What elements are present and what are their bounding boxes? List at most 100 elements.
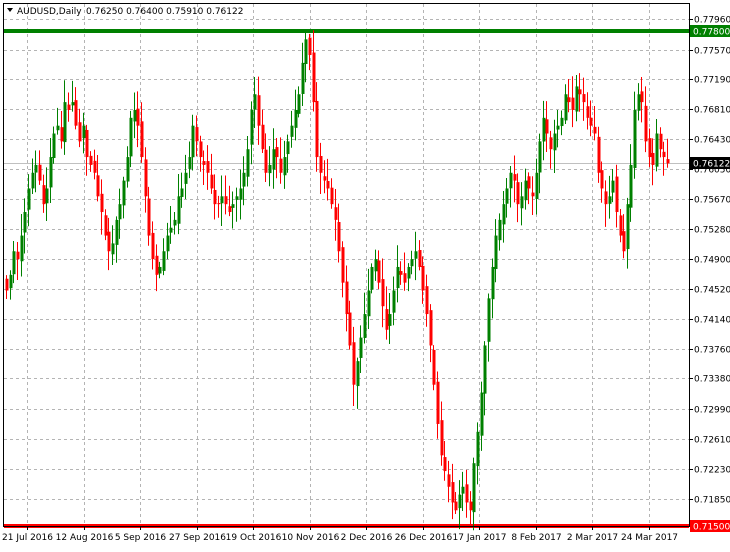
candle-body <box>516 182 520 205</box>
y-tick-label: 0.73380 <box>694 375 730 385</box>
candle-body <box>571 97 575 110</box>
candle-body <box>414 251 418 259</box>
candle-body <box>491 266 495 300</box>
candle-body <box>231 204 235 208</box>
candle-body <box>23 212 27 233</box>
x-tick-label: 12 Aug 2016 <box>56 533 114 543</box>
candle-body <box>461 486 465 494</box>
candle-body <box>429 310 433 346</box>
candle-body <box>315 100 319 158</box>
candle-body <box>483 345 487 394</box>
candle-body <box>42 185 46 205</box>
candle-body <box>147 198 151 236</box>
candle-body <box>487 298 491 342</box>
candle-body <box>63 102 67 143</box>
x-tick-label: 2 Dec 2016 <box>341 533 393 543</box>
x-tick-label: 19 Oct 2016 <box>226 533 282 543</box>
y-tick-label: 0.73760 <box>694 346 730 356</box>
y-tick-label: 0.72990 <box>694 406 730 416</box>
candle-body <box>199 141 203 158</box>
candle-body <box>337 222 341 252</box>
y-tick-label: 0.76430 <box>694 136 730 146</box>
price-chart: 0.77960 0.77570 0.77190 0.76810 0.76430 0.760… <box>0 0 730 548</box>
candle-body <box>597 136 601 173</box>
candle-body <box>286 141 290 155</box>
candle-body <box>52 133 56 158</box>
candle-body <box>560 117 564 127</box>
candle-body <box>480 392 484 436</box>
candle-body <box>162 251 166 271</box>
candle-body <box>498 219 502 241</box>
y-tick-label: 0.75670 <box>694 196 730 206</box>
candle-body <box>359 337 363 358</box>
candle-body <box>611 180 615 193</box>
candle-body <box>549 137 553 150</box>
symbol-label: AUDUSD,Daily <box>17 7 82 17</box>
y-tick-label: 0.77960 <box>694 16 730 26</box>
price-level-label: 0.71500 <box>693 523 730 533</box>
candle-body <box>272 149 276 170</box>
candle-body <box>374 259 378 272</box>
candle-body <box>264 149 268 173</box>
candle-body <box>93 160 97 173</box>
candle-body <box>619 215 623 236</box>
candle-body <box>275 147 279 158</box>
candle-body <box>56 125 60 131</box>
candle-body <box>169 227 173 233</box>
candle-body <box>85 129 89 158</box>
candle-body <box>396 266 400 289</box>
candle-body <box>224 196 228 205</box>
candle-body <box>304 39 308 65</box>
candle-body <box>250 109 254 145</box>
candle-body <box>96 175 100 197</box>
candle-body <box>253 94 257 110</box>
candle-body <box>345 281 349 315</box>
candle-body <box>458 494 462 509</box>
y-tick-label: 0.74520 <box>694 286 730 296</box>
candle-body <box>626 204 630 250</box>
candle-body <box>89 155 93 165</box>
candle-body <box>440 420 444 456</box>
candle-body <box>341 247 345 283</box>
candle-body <box>188 157 192 169</box>
x-tick-label: 5 Sep 2016 <box>115 533 167 543</box>
y-tick-label: 0.72610 <box>694 436 730 446</box>
chart-canvas: 0.779600.775700.771900.768100.764300.760… <box>0 0 730 548</box>
x-tick-label: 2 Mar 2017 <box>567 533 618 543</box>
candle-body <box>220 196 224 204</box>
candle-body <box>502 204 506 225</box>
candle-body <box>575 86 579 112</box>
candle-body <box>129 117 133 157</box>
y-tick-label: 0.74900 <box>694 256 730 266</box>
y-tick-label: 0.75280 <box>694 226 730 236</box>
candle-body <box>184 172 188 184</box>
candle-body <box>531 192 535 197</box>
candle-body <box>578 89 582 95</box>
candle-body <box>49 157 53 188</box>
candle-body <box>308 37 312 56</box>
candle-body <box>659 133 663 150</box>
y-tick-label: 0.76810 <box>694 106 730 116</box>
candle-body <box>432 349 436 385</box>
candle-body <box>12 251 16 275</box>
candle-body <box>388 314 392 326</box>
candle-body <box>370 266 374 290</box>
candle-body <box>608 196 612 204</box>
candle-body <box>268 164 272 174</box>
candle-body <box>392 290 396 313</box>
candle-body <box>67 104 71 110</box>
candle-body <box>655 133 659 167</box>
candle-body <box>27 188 31 210</box>
x-tick-label: 27 Sep 2016 <box>169 533 226 543</box>
candle-body <box>421 265 425 291</box>
chart-header: AUDUSD,Daily 0.76250 0.76400 0.75910 0.7… <box>7 7 243 17</box>
candle-body <box>348 312 352 346</box>
candle-body <box>107 231 111 252</box>
candle-body <box>399 271 403 275</box>
candle-body <box>520 196 524 209</box>
candle-body <box>326 181 330 189</box>
candle-body <box>71 102 75 106</box>
candle-body <box>410 259 414 267</box>
candle-body <box>505 188 509 204</box>
candle-body <box>60 127 64 142</box>
